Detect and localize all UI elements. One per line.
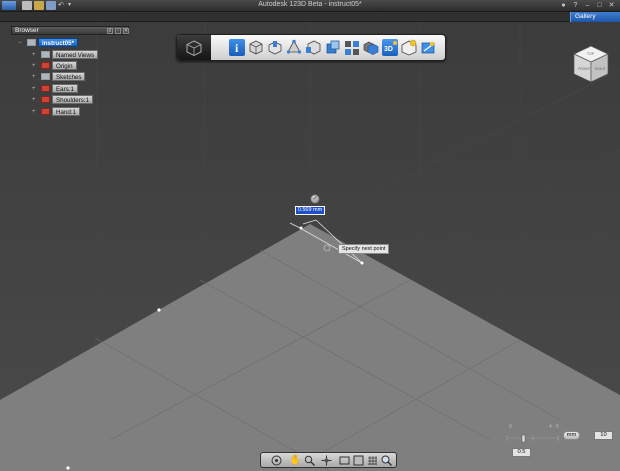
unit-selector[interactable]: mm	[563, 431, 580, 440]
expand-icon[interactable]: +	[32, 86, 38, 92]
svg-text:3D: 3D	[384, 46, 393, 53]
close-icon[interactable]: ✕	[607, 1, 616, 10]
steering-wheel-icon[interactable]	[271, 455, 282, 466]
maximize-icon[interactable]: □	[595, 1, 604, 10]
confirm-check-icon[interactable]: ✓	[310, 194, 320, 204]
zoom-icon[interactable]	[304, 455, 315, 466]
component-icon	[27, 39, 36, 46]
viewcube[interactable]: TOP FRONT RIGHT	[572, 44, 610, 86]
browser-panel-header[interactable]: Browser ≡ ▫ ✕	[11, 26, 129, 35]
svg-text:TOP: TOP	[587, 52, 595, 56]
pan-icon[interactable]: ✋	[289, 455, 301, 466]
snap-scale-max: 4 : 5	[549, 424, 559, 430]
modify-icon[interactable]	[305, 39, 321, 56]
expand-icon[interactable]: +	[32, 109, 38, 115]
cursor-tooltip: Specify next point	[338, 244, 390, 254]
browser-item-hand[interactable]: + Hand:1	[32, 107, 80, 116]
primitive-box-icon[interactable]	[248, 39, 264, 56]
visibility-icon[interactable]	[41, 85, 50, 92]
material-icon[interactable]	[401, 39, 417, 56]
minimize-icon[interactable]: –	[583, 1, 592, 10]
browser-item-shoulders[interactable]: + Shoulders:1	[32, 95, 94, 104]
snap-slider[interactable]	[505, 432, 560, 444]
panel-options-icon[interactable]: ≡	[107, 28, 113, 34]
sketch-icon[interactable]	[267, 39, 283, 56]
snap-scale-min: 0	[509, 424, 512, 430]
panel-close-icon[interactable]: ✕	[123, 28, 129, 34]
browser-item-ears[interactable]: + Ears:1	[32, 84, 78, 93]
viewport-3d[interactable]	[0, 22, 620, 471]
browser-root-item[interactable]: − instruct05*	[18, 38, 78, 47]
browser-root-label: instruct05*	[38, 38, 78, 47]
visibility-icon[interactable]	[41, 62, 50, 69]
grid-visibility-icon[interactable]	[367, 455, 378, 466]
browser-title: Browser	[15, 27, 39, 34]
text-3d-icon[interactable]: 3D	[382, 39, 398, 56]
browser-item-sketches[interactable]: + Sketches	[32, 72, 86, 81]
folder-icon	[41, 73, 50, 80]
combine-icon[interactable]	[363, 39, 379, 56]
ribbon-strip	[0, 12, 620, 22]
visibility-icon[interactable]	[41, 108, 50, 115]
window-title: Autodesk 123D Beta - instruct05*	[258, 1, 362, 8]
browser-item-label: Sketches	[52, 72, 86, 81]
panel-pin-icon[interactable]: ▫	[115, 28, 121, 34]
browser-item-label: Hand:1	[52, 107, 80, 116]
navigation-bar: ✋	[260, 452, 397, 468]
expand-icon[interactable]: +	[32, 74, 38, 80]
title-bar: ↶ ▾ Autodesk 123D Beta - instruct05* ● ?…	[0, 0, 620, 12]
expand-icon[interactable]: +	[32, 97, 38, 103]
grid-size-input[interactable]: 10	[594, 431, 613, 440]
app-logo-icon	[177, 35, 211, 60]
construct-icon[interactable]	[286, 39, 302, 56]
svg-text:i: i	[235, 41, 239, 55]
visibility-icon[interactable]	[41, 96, 50, 103]
help-icon[interactable]: ?	[571, 1, 580, 10]
browser-item-label: Named Views	[52, 50, 99, 59]
main-toolbar: i 3D	[176, 34, 446, 61]
measure-icon[interactable]	[420, 39, 436, 56]
expand-icon[interactable]: +	[32, 63, 38, 69]
browser-item-label: Origin	[52, 61, 77, 70]
svg-text:RIGHT: RIGHT	[595, 67, 607, 71]
svg-text:FRONT: FRONT	[578, 67, 591, 71]
browser-item-origin[interactable]: + Origin	[32, 61, 77, 70]
expand-icon[interactable]: +	[32, 52, 38, 58]
magnifier-icon[interactable]	[381, 455, 392, 466]
dimension-input[interactable]: 0.569 mm	[295, 206, 325, 215]
gallery-button[interactable]: Gallery	[570, 12, 620, 22]
collapse-icon[interactable]: −	[18, 40, 24, 46]
folder-icon	[41, 51, 50, 58]
display-mode-icon[interactable]	[353, 455, 364, 466]
gallery-label: Gallery	[575, 13, 596, 20]
browser-item-named-views[interactable]: + Named Views	[32, 50, 99, 59]
viewport-scene	[0, 22, 620, 471]
account-icon[interactable]: ●	[559, 1, 568, 10]
pattern-icon[interactable]	[325, 39, 341, 56]
browser-item-label: Ears:1	[52, 84, 78, 93]
grouping-icon[interactable]	[344, 39, 360, 56]
snap-value-input[interactable]: 0.5	[512, 448, 531, 457]
fit-view-icon[interactable]	[339, 455, 350, 466]
browser-item-label: Shoulders:1	[52, 95, 94, 104]
info-icon[interactable]: i	[229, 39, 245, 56]
orbit-icon[interactable]	[321, 455, 332, 466]
